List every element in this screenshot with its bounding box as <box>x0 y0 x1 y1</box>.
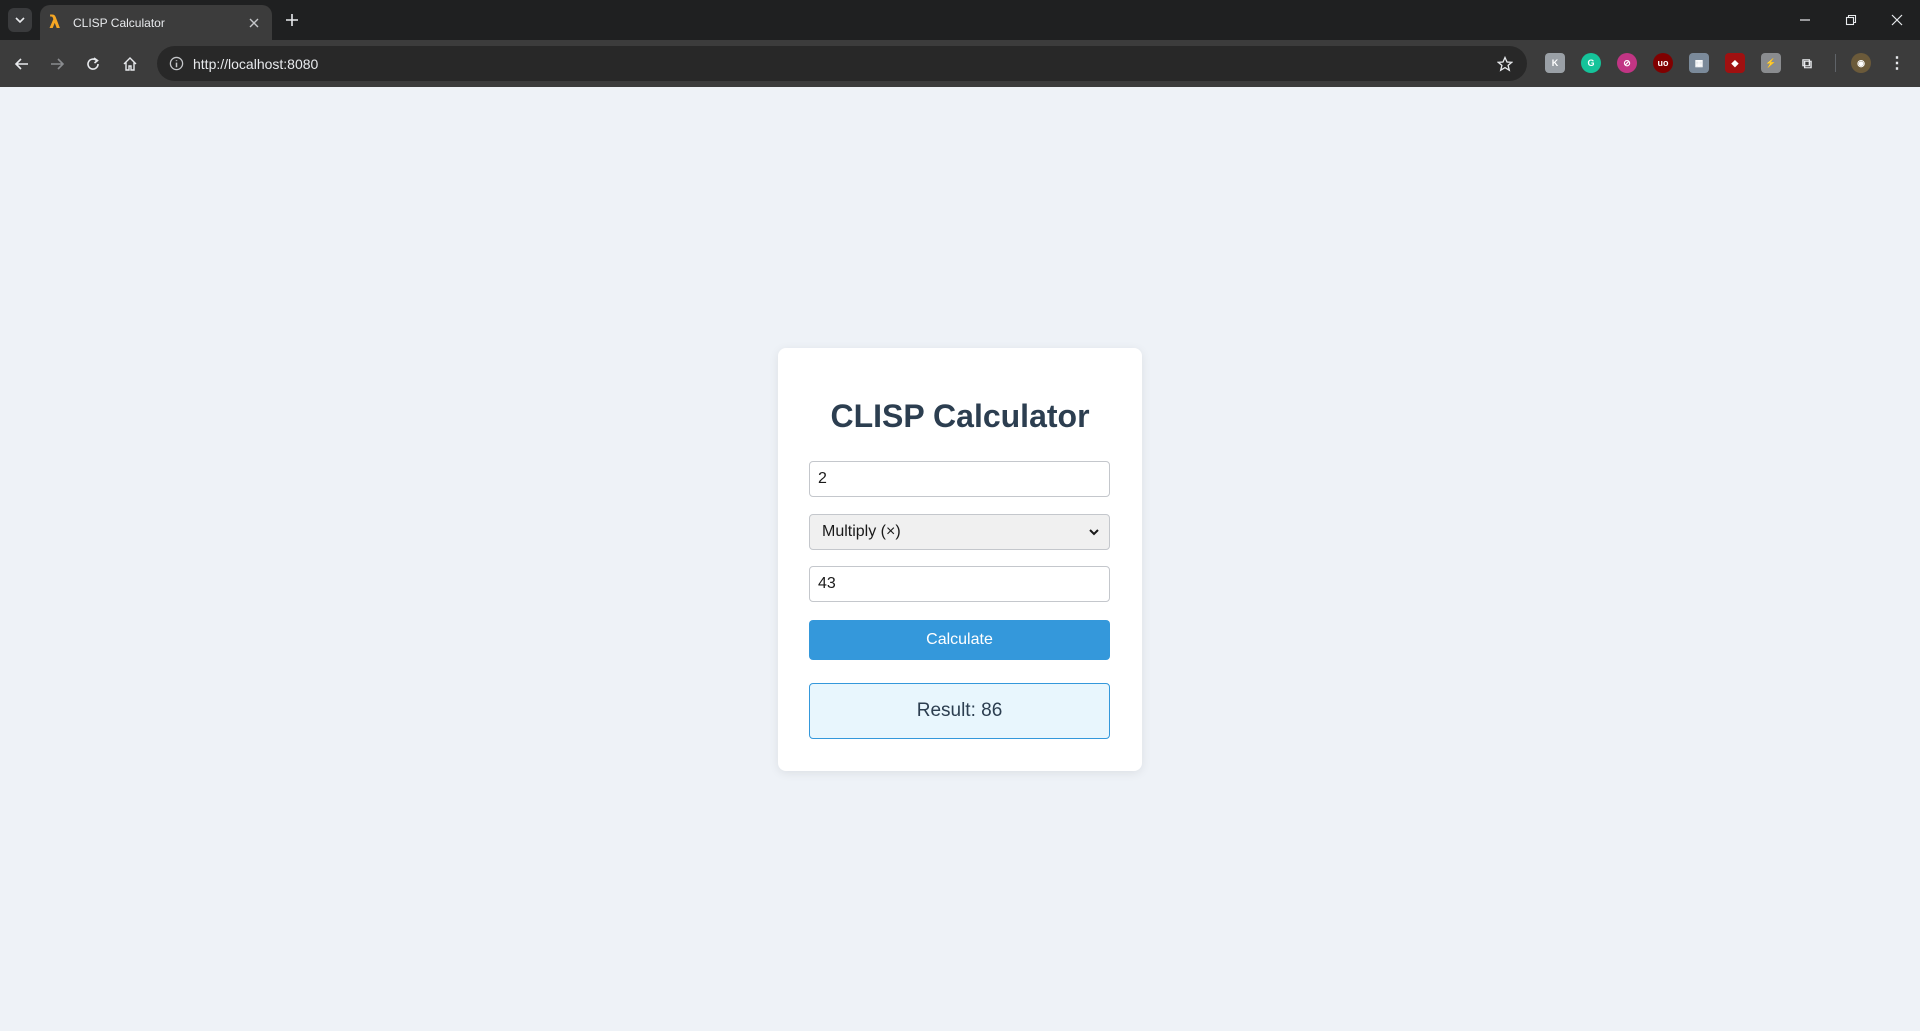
minimize-icon <box>1800 19 1810 21</box>
extensions-puzzle-icon[interactable]: ⧉ <box>1797 53 1817 73</box>
extension-grid-icon[interactable]: ▦ <box>1689 53 1709 73</box>
chevron-down-icon <box>1089 529 1099 536</box>
home-button[interactable] <box>116 50 144 78</box>
new-tab-button[interactable] <box>280 10 304 30</box>
reload-icon <box>87 57 99 70</box>
extension-red-icon[interactable]: ◆ <box>1725 53 1745 73</box>
calculate-button[interactable]: Calculate <box>809 620 1110 660</box>
extension-k-icon[interactable]: K <box>1545 53 1565 73</box>
minimize-button[interactable] <box>1782 0 1828 40</box>
restore-icon <box>1845 14 1857 26</box>
close-icon <box>249 18 259 27</box>
home-icon <box>123 57 137 71</box>
address-bar[interactable]: http://localhost:8080 <box>157 46 1527 81</box>
back-button[interactable] <box>8 50 36 78</box>
calculator-card: CLISP Calculator 2 Multiply (×) 43 Calcu… <box>778 348 1142 771</box>
bookmark-star-icon[interactable] <box>1495 54 1515 74</box>
grammarly-extension-icon[interactable]: G <box>1581 53 1601 73</box>
restore-button[interactable] <box>1828 0 1874 40</box>
first-number-input[interactable]: 2 <box>809 461 1110 497</box>
close-icon <box>1891 14 1903 26</box>
tab-search-button[interactable] <box>8 8 32 32</box>
close-window-button[interactable] <box>1874 0 1920 40</box>
tab-close-button[interactable] <box>244 13 264 33</box>
tab-title: CLISP Calculator <box>73 15 165 30</box>
url-text[interactable]: http://localhost:8080 <box>193 56 318 72</box>
forward-button[interactable] <box>43 50 71 78</box>
reload-button[interactable] <box>79 50 107 78</box>
toolbar-divider <box>1835 54 1836 72</box>
arrow-left-icon <box>14 58 28 70</box>
operation-select[interactable]: Multiply (×) <box>809 514 1110 550</box>
site-info-icon[interactable] <box>168 55 185 72</box>
plus-icon <box>286 14 298 26</box>
browser-tab[interactable]: λ CLISP Calculator <box>40 5 272 40</box>
ublock-extension-icon[interactable]: uo <box>1653 53 1673 73</box>
second-number-input[interactable]: 43 <box>809 566 1110 602</box>
compass-extension-icon[interactable]: ⊘ <box>1617 53 1637 73</box>
menu-kebab-icon[interactable]: ⋮ <box>1887 53 1907 73</box>
result-display: Result: 86 <box>809 683 1110 739</box>
profile-avatar[interactable]: ◉ <box>1851 53 1871 73</box>
operation-selected-value: Multiply (×) <box>822 523 901 540</box>
lambda-favicon-icon: λ <box>49 11 61 33</box>
page-title: CLISP Calculator <box>830 398 1090 434</box>
arrow-right-icon <box>51 58 65 70</box>
tab-strip: λ CLISP Calculator <box>0 0 1920 40</box>
chevron-down-icon <box>15 17 25 24</box>
extension-slash-icon[interactable]: ⚡ <box>1761 53 1781 73</box>
